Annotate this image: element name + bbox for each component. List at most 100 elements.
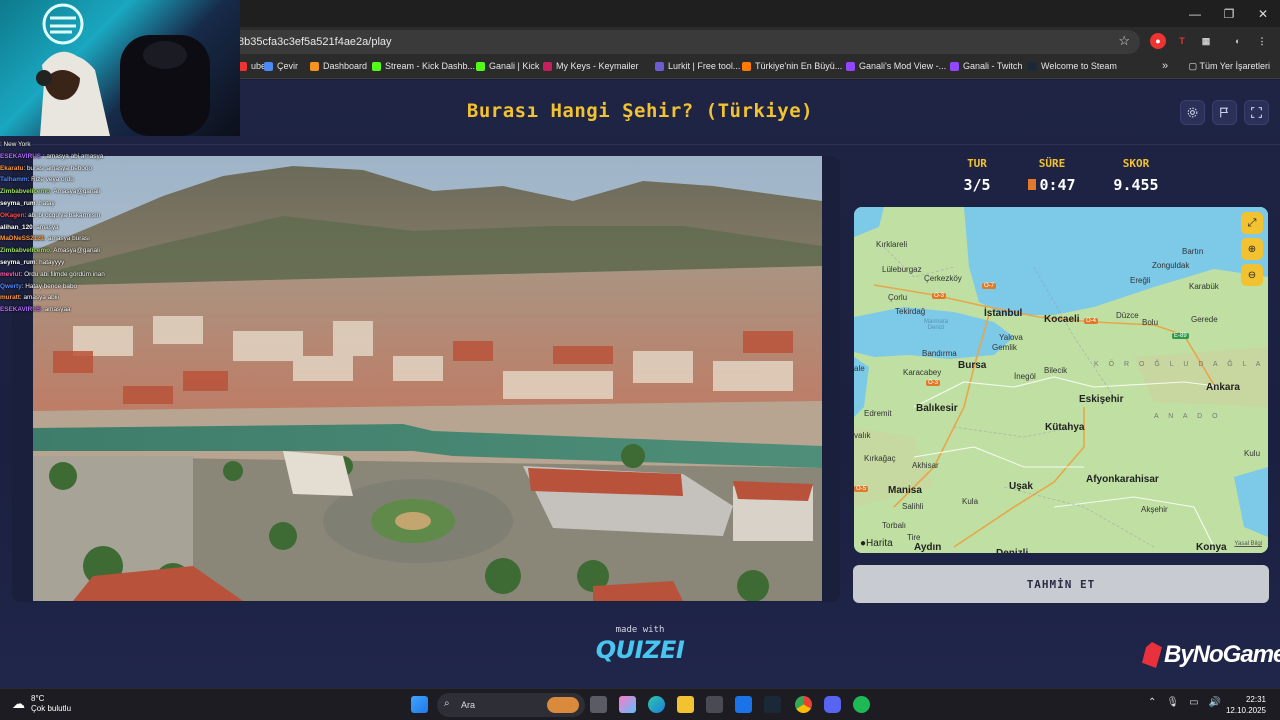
map-city-label: Afyonkarahisar <box>1086 474 1159 485</box>
chat-username[interactable]: Talhamm <box>0 176 28 183</box>
bookmark-label: Ganali - Twitch <box>963 61 1023 71</box>
map-attribution-text: Harita <box>866 538 893 549</box>
address-bar[interactable]: 8b35cfa3c3ef5a521f4ae2a/play ☆ <box>200 30 1140 54</box>
all-bookmarks[interactable]: ▢ Tüm Yer İşaretleri <box>1189 61 1270 72</box>
map-city-label: Yalova <box>999 333 1023 342</box>
chat-message: alihan_120: amasya <box>0 222 210 234</box>
bookmark-item[interactable]: Lurkit | Free tool... <box>655 61 740 71</box>
chevron-up-icon[interactable]: ⌃ <box>1148 697 1156 708</box>
chat-username[interactable]: MaDNeSS2121 <box>0 235 44 242</box>
chat-username[interactable]: ESEKAVIRUS <box>0 153 43 160</box>
weather-widget[interactable]: ☁ 8°C Çok bulutlu <box>12 694 71 714</box>
bookmark-item[interactable]: Welcome to Steam <box>1028 61 1117 71</box>
fullscreen-button[interactable] <box>1244 100 1269 125</box>
map-city-label: Torbalı <box>882 521 907 530</box>
chat-username[interactable]: mevlut <box>0 271 21 278</box>
score-label: SKOR <box>1122 157 1150 170</box>
chat-message: Zimbabvelicemo: Amasya@ganali <box>0 186 210 198</box>
chrome-icon[interactable] <box>795 696 812 713</box>
copilot-icon[interactable] <box>619 696 636 713</box>
task-view-icon[interactable] <box>590 696 607 713</box>
discord-icon[interactable] <box>824 696 841 713</box>
map-city-label: Bandırma <box>922 349 957 358</box>
bookmark-item[interactable]: Ganali - Twitch <box>950 61 1022 71</box>
settings-button[interactable] <box>1180 100 1205 125</box>
bookmark-item[interactable]: My Keys - Keymailer <box>543 61 639 71</box>
steam-icon[interactable] <box>764 696 781 713</box>
chat-username[interactable]: muratt <box>0 294 20 301</box>
guess-button[interactable]: TAHMİN ET <box>853 565 1269 603</box>
extension-icon[interactable]: T <box>1174 33 1190 49</box>
weather-temp: 8°C <box>31 694 45 703</box>
report-button[interactable] <box>1212 100 1237 125</box>
bookmark-item[interactable]: Dashboard <box>310 61 367 71</box>
chat-username[interactable]: Zimbabvelicemo <box>0 247 50 254</box>
chat-username[interactable]: Qwerty <box>0 283 22 290</box>
map-expand-button[interactable]: ⤢ <box>1241 212 1263 234</box>
bookmark-item[interactable]: Ganali | Kick <box>476 61 539 71</box>
map-legal-link[interactable]: Yasal Bilgi <box>1234 541 1262 547</box>
map-city-label: Kulu <box>1244 449 1261 458</box>
map-city-label: Bursa <box>958 360 987 371</box>
chat-username[interactable]: ESEKAVIRUS <box>0 306 41 313</box>
bookmark-item[interactable]: Ganali's Mod View -... <box>846 61 946 71</box>
bookmark-item[interactable]: Türkiye'nin En Büyü... <box>742 61 842 71</box>
clock-date: 12.10.2025 <box>1225 706 1266 715</box>
chat-username[interactable]: Zimbabvelicemo <box>0 188 50 195</box>
windows-taskbar: ☁ 8°C Çok bulutlu ⌕ Ara ⌃ 🎙 ▭ 🔊 22:31 12… <box>0 688 1280 720</box>
profile-icon[interactable]: ◐ <box>1230 33 1246 49</box>
store-icon[interactable] <box>706 696 723 713</box>
score-value: 9.455 <box>1113 176 1159 194</box>
chat-username[interactable]: OKagen <box>0 212 25 219</box>
close-icon[interactable]: ✕ <box>1246 0 1280 27</box>
bookmarks-more-icon[interactable]: » <box>1162 60 1168 72</box>
file-explorer-icon[interactable] <box>677 696 694 713</box>
star-icon[interactable]: ☆ <box>1118 33 1130 49</box>
guess-map[interactable]: Kırklareli Lüleburgaz Çerkezköy Bartın Zongu… <box>854 207 1268 553</box>
map-city-label: Konya <box>1196 542 1227 553</box>
chat-message: seyma_rum: hatayyyy <box>0 257 210 269</box>
map-attribution: ●Harita <box>860 538 893 549</box>
chat-text: : hatay <box>35 199 55 207</box>
clock[interactable]: 22:31 12.10.2025 <box>1226 694 1266 716</box>
chat-text: : Rize veya ordu <box>27 176 74 184</box>
road-badge: E-89 <box>1172 333 1189 339</box>
chat-username[interactable]: seyma_rum <box>0 259 36 266</box>
map-region-label: A N A D O <box>1154 413 1222 420</box>
bookmark-favicon-icon <box>655 61 664 71</box>
zoom-out-button[interactable]: ⊖ <box>1241 264 1263 286</box>
bookmark-label: Lurkit | Free tool... <box>668 61 741 71</box>
zoom-out-icon: ⊖ <box>1247 269 1257 281</box>
bookmark-item[interactable]: ube <box>238 61 266 71</box>
time-value-wrap: 0:47 <box>1022 176 1082 194</box>
bookmark-item[interactable]: Stream - Kick Dashb... <box>372 61 475 71</box>
chat-username[interactable]: Ekaratu <box>0 165 23 172</box>
map-city-label: Lüleburgaz <box>882 265 922 274</box>
microphone-icon[interactable]: 🎙 <box>1166 697 1179 708</box>
bynogame-text: ByNoGame <box>1164 641 1280 668</box>
restore-icon[interactable]: ❐ <box>1212 0 1246 27</box>
spotify-icon[interactable] <box>853 696 870 713</box>
chat-username[interactable]: alihan_120 <box>0 224 33 231</box>
bookmark-item[interactable]: Çevir <box>264 61 298 71</box>
map-city-label: Uşak <box>1009 481 1033 492</box>
quizei-logo[interactable]: QUIZEI <box>0 636 1280 664</box>
volume-icon[interactable]: 🔊 <box>1209 697 1221 708</box>
cloud-icon: ☁ <box>12 696 25 711</box>
bookmark-label: Ganali's Mod View -... <box>859 61 947 71</box>
chat-username[interactable]: seyma_rum <box>0 200 36 207</box>
extension-icon[interactable]: ● <box>1150 33 1166 49</box>
menu-icon[interactable]: ⋮ <box>1254 33 1270 49</box>
taskbar-search[interactable]: ⌕ Ara <box>437 693 585 717</box>
hourglass-icon <box>1028 179 1037 190</box>
outlook-icon[interactable] <box>735 696 752 713</box>
minimize-icon[interactable]: — <box>1178 0 1212 27</box>
map-city-label: Karabük <box>1189 282 1219 291</box>
zoom-in-button[interactable]: ⊕ <box>1241 238 1263 260</box>
chat-message: : New York <box>0 139 210 151</box>
puzzle-icon[interactable]: ▦ <box>1198 33 1214 49</box>
start-icon[interactable] <box>411 696 428 713</box>
map-city-label: Kocaeli <box>1044 314 1080 325</box>
display-icon[interactable]: ▭ <box>1189 697 1198 708</box>
edge-icon[interactable] <box>648 696 665 713</box>
